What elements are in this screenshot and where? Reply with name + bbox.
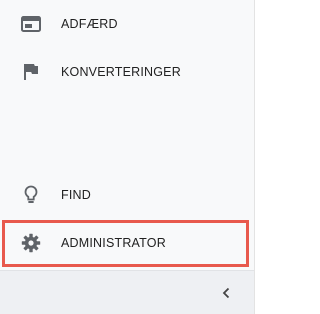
flag-icon	[20, 61, 42, 83]
gear-icon	[20, 232, 42, 254]
sidebar-nav: ADFÆRD KONVERTERINGER FIND ADMINISTRATOR	[0, 0, 254, 314]
content-edge	[254, 0, 261, 314]
chevron-left-icon	[222, 287, 230, 299]
sidebar-item-behavior[interactable]: ADFÆRD	[0, 0, 254, 48]
sidebar-item-label: KONVERTERINGER	[61, 65, 181, 79]
lightbulb-icon	[20, 184, 42, 206]
sidebar-item-conversions[interactable]: KONVERTERINGER	[0, 48, 254, 96]
sidebar-footer	[0, 270, 254, 314]
sidebar-item-label: ADFÆRD	[61, 17, 118, 31]
sidebar-item-discover[interactable]: FIND	[0, 171, 254, 219]
behavior-window-icon	[20, 13, 42, 35]
sidebar-item-admin[interactable]: ADMINISTRATOR	[0, 219, 254, 267]
sidebar-item-label: ADMINISTRATOR	[61, 236, 166, 250]
collapse-sidebar-button[interactable]	[216, 283, 236, 303]
sidebar-item-label: FIND	[61, 188, 91, 202]
